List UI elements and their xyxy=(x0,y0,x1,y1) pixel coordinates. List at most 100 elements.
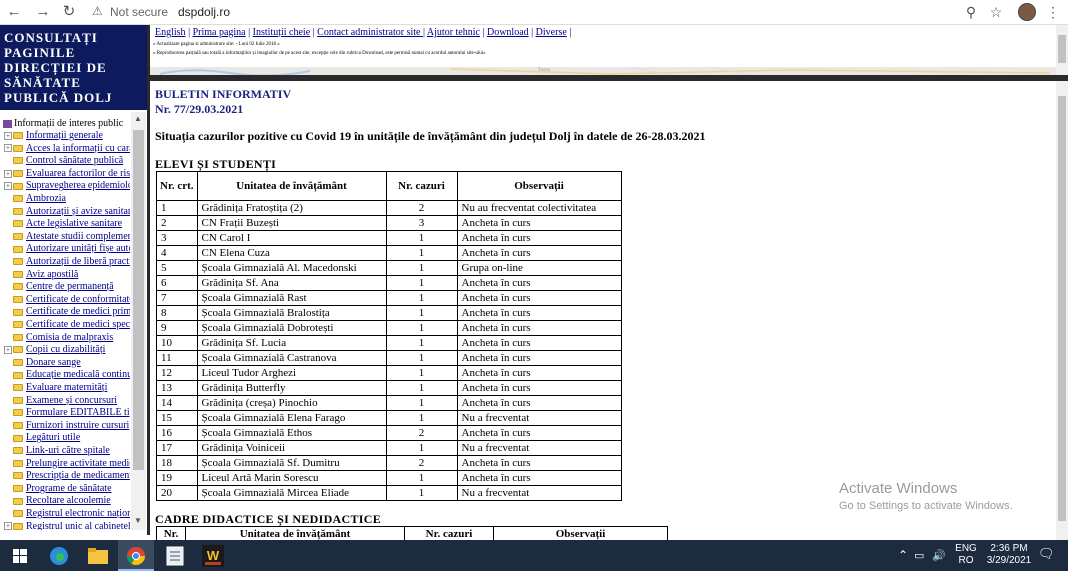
nav-item[interactable]: Furnizori instruire cursuri xyxy=(4,420,130,432)
nav-item[interactable]: Formulare EDITABILE tip xyxy=(4,407,130,419)
zoom-icon[interactable]: ⚲ xyxy=(962,3,980,21)
expand-icon[interactable]: + xyxy=(4,182,12,191)
expand-icon[interactable]: + xyxy=(4,522,12,530)
link-english[interactable]: English xyxy=(155,27,186,38)
site-title-line: CONSULTAȚI xyxy=(4,30,98,45)
nav-item[interactable]: + Informații generale xyxy=(4,130,130,142)
nav-item[interactable]: Examene și concursuri xyxy=(4,395,130,407)
folder-icon xyxy=(13,321,23,329)
nav-item[interactable]: Programe de sănătate xyxy=(4,483,130,495)
nav-scrollbar[interactable]: ▲ ▼ xyxy=(131,112,146,530)
expand-icon[interactable]: + xyxy=(4,169,12,178)
nav-item[interactable]: Link-uri către spitale xyxy=(4,445,130,457)
top-scrollbar[interactable] xyxy=(1056,25,1068,75)
cell-nr: 10 xyxy=(156,335,198,351)
link-contact-administrator[interactable]: Contact administrator site xyxy=(317,27,423,38)
volume-icon[interactable]: 🔊 xyxy=(932,549,946,562)
chrome-icon[interactable] xyxy=(124,544,148,568)
taskbar: W ⌃ ▭ 🔊 ENG RO 2:36 PM 3/29/2021 🗨 xyxy=(0,540,1068,571)
nav-item[interactable]: Autorizare unități fișe auto xyxy=(4,243,130,255)
clock-date: 3/29/2021 xyxy=(986,555,1032,566)
link-diverse[interactable]: Diverse xyxy=(536,27,567,38)
warning-icon[interactable]: ⚠ xyxy=(92,4,103,18)
nav-item[interactable]: Ambrozia xyxy=(4,193,130,205)
nav-item-label: Link-uri către spitale xyxy=(26,445,110,456)
students-cases-table: Nr. crt. Unitatea de învățământ Nr. cazu… xyxy=(156,171,622,501)
nav-item-label: Donare sange xyxy=(26,356,81,368)
edge-icon[interactable] xyxy=(47,544,71,568)
expand-icon[interactable]: + xyxy=(4,345,12,354)
scroll-thumb[interactable] xyxy=(1058,35,1066,63)
nav-item[interactable]: Centre de permanență xyxy=(4,281,130,293)
link-download[interactable]: Download xyxy=(487,27,529,38)
language-indicator[interactable]: ENG RO xyxy=(954,543,978,567)
network-icon[interactable]: ▭ xyxy=(914,549,924,562)
nav-item[interactable]: Prescripția de medicamente xyxy=(4,470,130,482)
nav-item[interactable]: Legături utile xyxy=(4,432,130,444)
nav-item[interactable]: Atestate studii complementare xyxy=(4,231,130,243)
nav-item[interactable]: Autorizații de liberă practică xyxy=(4,256,130,268)
back-icon[interactable]: ← xyxy=(5,3,23,21)
cell-cases: 1 xyxy=(385,395,458,411)
content-scrollbar[interactable] xyxy=(1056,81,1068,540)
reload-icon[interactable]: ↻ xyxy=(60,3,78,21)
link-ajutor-tehnic[interactable]: Ajutor tehnic xyxy=(427,27,480,38)
cell-cases: 1 xyxy=(385,365,458,381)
link-institutii-cheie[interactable]: Instituții cheie xyxy=(253,27,311,38)
nav-item[interactable]: Evaluare maternități xyxy=(4,382,130,394)
nav-item[interactable]: Aviz apostilă xyxy=(4,269,130,281)
nav-item[interactable]: Recoltare alcoolemie xyxy=(4,495,130,507)
nav-item[interactable]: + Copii cu dizabilități xyxy=(4,344,130,356)
nav-item[interactable]: + Supravegherea epidemiologică xyxy=(4,180,130,192)
cell-cases: 3 xyxy=(385,215,458,231)
expand-icon[interactable]: + xyxy=(4,144,12,153)
nav-item-label: Certificate de medici specialiști xyxy=(26,319,130,330)
nav-item[interactable]: Certificate de conformitate xyxy=(4,294,130,306)
nav-item[interactable]: Certificate de medici primari xyxy=(4,306,130,318)
nav-item[interactable]: Acte legislative sanitare xyxy=(4,218,130,230)
tree-root[interactable]: Informații de interes public xyxy=(3,118,123,129)
notification-icon[interactable]: 🗨 xyxy=(1038,546,1055,562)
scroll-down-icon[interactable]: ▼ xyxy=(134,516,142,525)
col-header-cases: Nr. cazuri xyxy=(385,171,458,201)
bulletin-header: BULETIN INFORMATIV Nr. 77/29.03.2021 xyxy=(155,87,291,117)
nav-item[interactable]: Prelungire activitate medici xyxy=(4,458,130,470)
nav-item[interactable]: Registrul electronic național xyxy=(4,508,130,520)
nav-item[interactable]: + Evaluarea factorilor de risc xyxy=(4,168,130,180)
security-label[interactable]: Not secure xyxy=(110,5,168,19)
table-row: 1 Grădinița Fratoștița (2) 2 Nu au frecvent… xyxy=(156,200,622,216)
forward-icon[interactable]: → xyxy=(34,3,52,21)
book-icon xyxy=(3,119,12,128)
link-prima-pagina[interactable]: Prima pagina xyxy=(193,27,246,38)
nav-item[interactable]: + Acces la informații cu caracter public xyxy=(4,143,130,155)
table-row: 8 Școala Gimnazială Bralostița 1 Ancheta în… xyxy=(156,305,622,321)
cell-unit: Școala Gimnazială Mircea Eliade xyxy=(196,485,387,501)
clock[interactable]: 2:36 PM 3/29/2021 xyxy=(984,543,1034,567)
nav-item[interactable]: + Registrul unic al cabinetelor xyxy=(4,521,130,530)
nav-item[interactable]: Comisia de malpraxis xyxy=(4,332,130,344)
nav-item[interactable]: Control sănătate publică xyxy=(4,155,130,167)
folder-icon xyxy=(13,333,23,341)
file-explorer-icon[interactable] xyxy=(86,544,110,568)
profile-avatar[interactable] xyxy=(1018,3,1036,21)
notepad-icon[interactable] xyxy=(163,544,187,568)
nav-item-label: Comisia de malpraxis xyxy=(26,331,114,343)
nav-item[interactable]: Educație medicală continuă xyxy=(4,369,130,381)
nav-item[interactable]: Autorizații și avize sanitare xyxy=(4,206,130,218)
winamp-icon[interactable]: W xyxy=(201,544,225,568)
expand-icon[interactable]: + xyxy=(4,131,12,140)
scroll-thumb[interactable] xyxy=(133,130,144,470)
scroll-thumb[interactable] xyxy=(1058,96,1066,521)
folder-icon xyxy=(13,170,23,177)
cell-unit: CN Frații Buzești xyxy=(196,215,387,231)
nav-item[interactable]: Certificate de medici specialiști xyxy=(4,319,130,331)
windows-start-icon[interactable] xyxy=(8,544,32,568)
menu-icon[interactable]: ⋮ xyxy=(1044,3,1062,21)
address-bar[interactable]: dspdolj.ro xyxy=(178,5,230,19)
cell-nr: 16 xyxy=(156,425,198,441)
nav-item[interactable]: Donare sange xyxy=(4,357,130,369)
scroll-up-icon[interactable]: ▲ xyxy=(134,114,142,123)
chevron-up-icon[interactable]: ⌃ xyxy=(898,548,908,562)
bookmark-star-icon[interactable]: ☆ xyxy=(987,3,1005,21)
cell-obs: Ancheta în curs xyxy=(456,425,622,441)
